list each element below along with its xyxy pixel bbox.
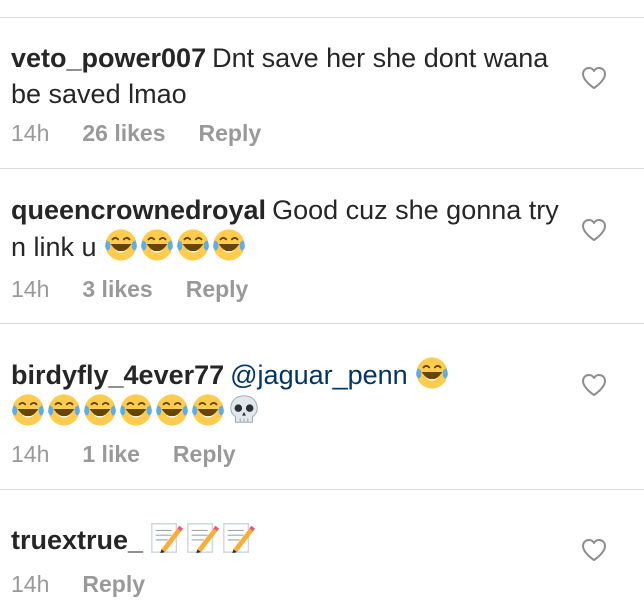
skull-emoji <box>227 393 261 427</box>
divider <box>0 323 644 324</box>
memo-emoji <box>149 521 183 555</box>
comment-body: veto_power007 Dnt save her she dont wana … <box>11 40 571 112</box>
reply-button[interactable]: Reply <box>199 118 262 148</box>
divider <box>0 168 644 169</box>
comment-username[interactable]: queencrownedroyal <box>11 195 266 225</box>
laughing-crying-emoji <box>212 228 246 262</box>
comment: truextrue_ <box>11 521 571 558</box>
laughing-crying-emoji <box>415 356 449 390</box>
comment-meta: 14h 3 likes Reply <box>11 274 248 304</box>
heart-outline-icon[interactable] <box>581 218 607 242</box>
reply-button[interactable]: Reply <box>173 439 236 469</box>
comment-body: queencrownedroyal Good cuz she gonna try … <box>11 192 571 265</box>
comment: queencrownedroyal Good cuz she gonna try … <box>11 192 571 265</box>
laughing-crying-emoji <box>104 228 138 262</box>
divider <box>0 489 644 490</box>
laughing-crying-emoji <box>11 393 45 427</box>
heart-outline-icon[interactable] <box>581 66 607 90</box>
memo-emoji <box>221 521 255 555</box>
comment-meta: 14h Reply <box>11 569 145 599</box>
comments-list: veto_power007 Dnt save her she dont wana … <box>0 0 644 609</box>
comment-body: truextrue_ <box>11 521 571 558</box>
comment-meta: 14h 1 like Reply <box>11 439 236 469</box>
comment: veto_power007 Dnt save her she dont wana … <box>11 40 571 112</box>
laughing-crying-emoji <box>191 393 225 427</box>
comment-username[interactable]: truextrue_ <box>11 525 143 555</box>
laughing-crying-emoji <box>140 228 174 262</box>
comment-username[interactable]: veto_power007 <box>11 43 206 73</box>
comment: birdyfly_4ever77 @jaguar_penn <box>11 356 571 430</box>
laughing-crying-emoji <box>47 393 81 427</box>
comment-likes[interactable]: 1 like <box>82 439 140 469</box>
comment-likes[interactable]: 3 likes <box>82 274 152 304</box>
comment-time: 14h <box>11 120 50 146</box>
laughing-crying-emoji <box>176 228 210 262</box>
comment-likes[interactable]: 26 likes <box>82 118 165 148</box>
comment-time: 14h <box>11 276 50 302</box>
reply-button[interactable]: Reply <box>186 274 249 304</box>
comment-time: 14h <box>11 571 50 597</box>
divider <box>0 17 644 18</box>
heart-outline-icon[interactable] <box>581 373 607 397</box>
heart-outline-icon[interactable] <box>581 538 607 562</box>
reply-button[interactable]: Reply <box>82 569 145 599</box>
comment-username[interactable]: birdyfly_4ever77 <box>11 360 224 390</box>
laughing-crying-emoji <box>83 393 117 427</box>
comment-time: 14h <box>11 441 50 467</box>
mention-link[interactable]: @jaguar_penn <box>230 360 408 390</box>
memo-emoji <box>185 521 219 555</box>
laughing-crying-emoji <box>155 393 189 427</box>
laughing-crying-emoji <box>119 393 153 427</box>
comment-body: birdyfly_4ever77 @jaguar_penn <box>11 356 571 430</box>
comment-meta: 14h 26 likes Reply <box>11 118 261 148</box>
